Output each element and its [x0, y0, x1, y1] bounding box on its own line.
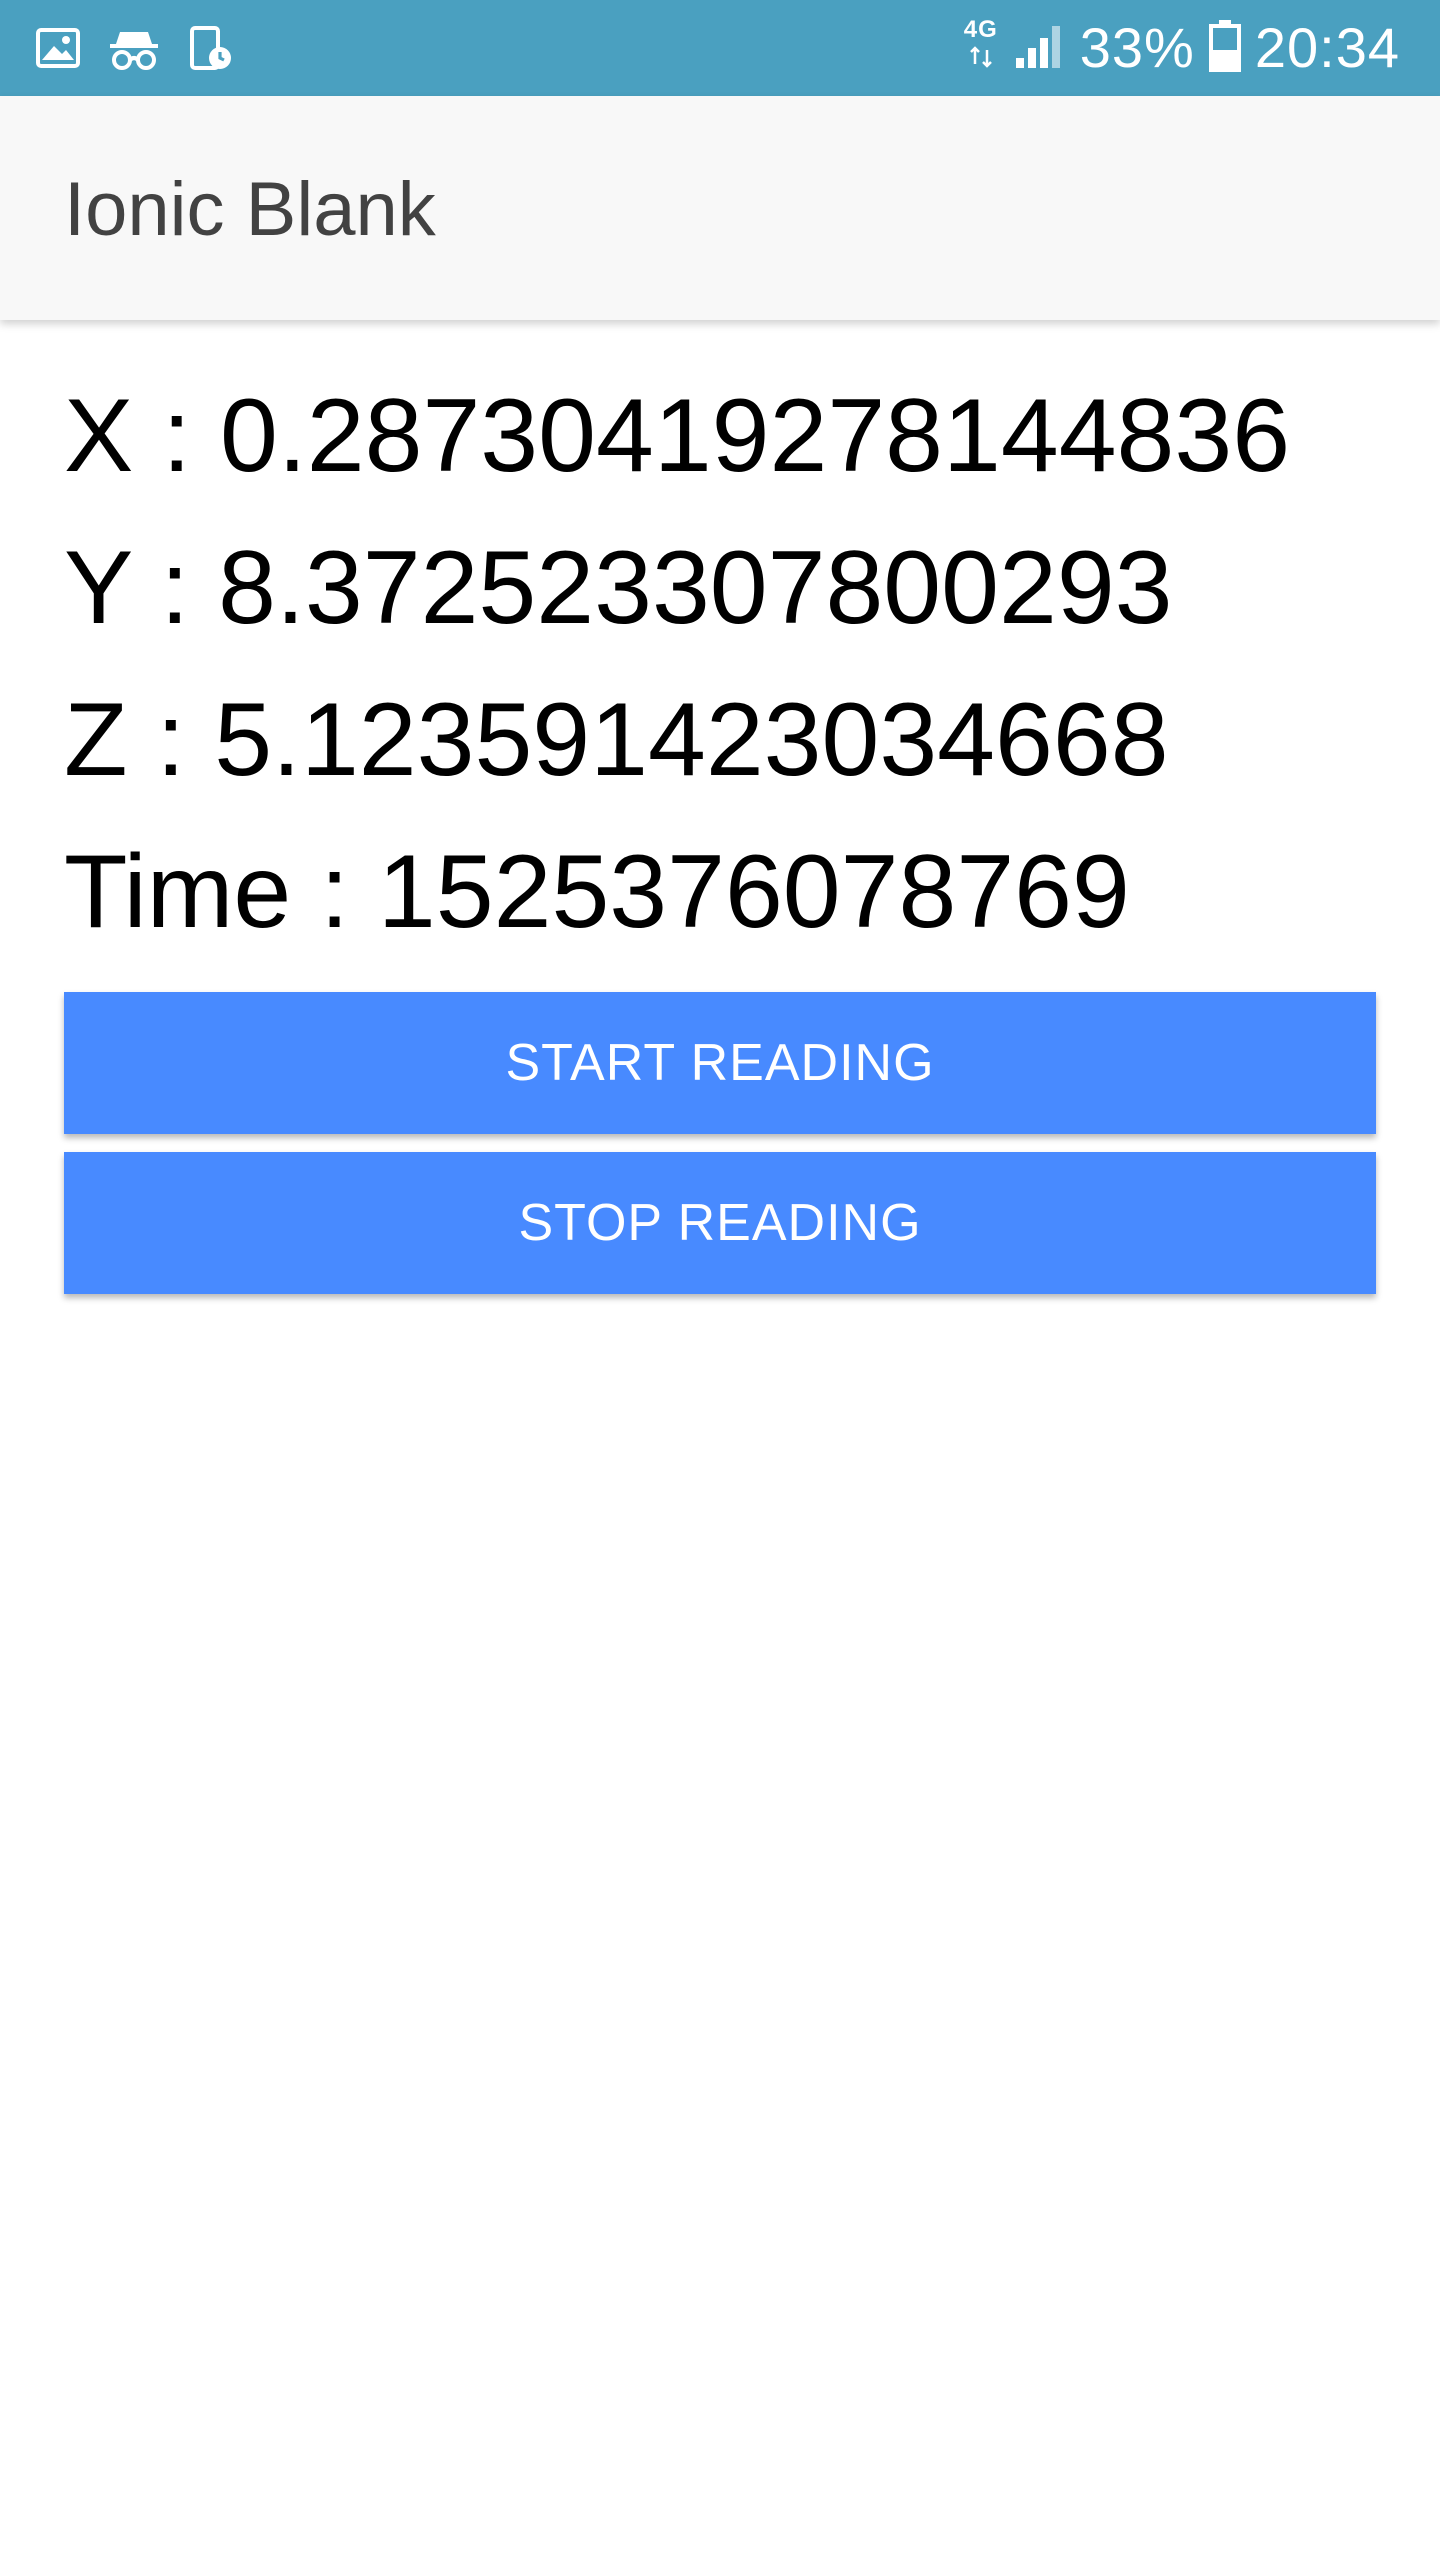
data-arrows-icon: [969, 46, 992, 68]
incognito-icon: [108, 24, 160, 72]
app-toolbar: Ionic Blank: [0, 96, 1440, 320]
battery-icon: [1208, 19, 1241, 77]
screen-timer-icon: [186, 24, 234, 72]
status-bar: 4G 33% 20:34: [0, 0, 1440, 96]
z-reading: Z : 5.123591423034668: [64, 682, 1169, 798]
status-system-indicators: 4G 33% 20:34: [964, 14, 1400, 82]
network-type-indicator: 4G: [964, 18, 998, 68]
clock: 20:34: [1254, 16, 1400, 79]
status-notification-icons: [34, 20, 234, 76]
start-reading-button[interactable]: START READING: [64, 992, 1376, 1134]
time-reading: Time : 1525376078769: [64, 834, 1130, 950]
stop-reading-button[interactable]: STOP READING: [64, 1152, 1376, 1294]
page-title: Ionic Blank: [64, 167, 436, 252]
signal-icon: [1012, 22, 1066, 75]
battery-percentage: 33%: [1079, 16, 1195, 79]
x-reading: X : 0.28730419278144836: [64, 378, 1291, 494]
network-type-label: 4G: [963, 16, 998, 43]
gallery-icon: [34, 24, 82, 72]
readings-panel: X : 0.28730419278144836 Y : 8.3725233078…: [64, 360, 1376, 968]
y-reading: Y : 8.372523307800293: [64, 530, 1173, 646]
